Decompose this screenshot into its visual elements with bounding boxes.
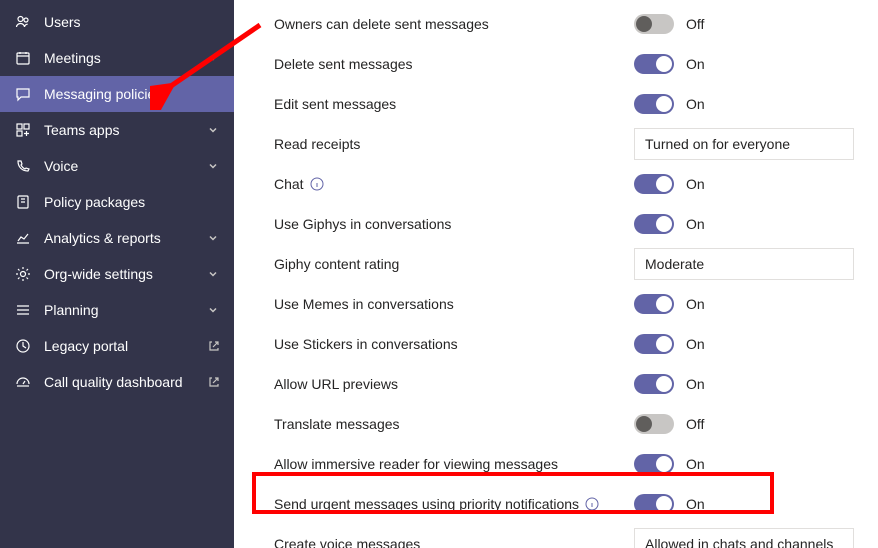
setting-label: Chat	[274, 176, 304, 192]
toggle-state: On	[686, 56, 705, 72]
info-icon[interactable]	[585, 497, 599, 511]
toggle-stickers[interactable]	[634, 334, 674, 354]
toggle-immersive-reader[interactable]	[634, 454, 674, 474]
sidebar-item-label: Analytics & reports	[44, 230, 206, 246]
setting-label: Read receipts	[274, 136, 360, 152]
sidebar-item-legacy-portal[interactable]: Legacy portal	[0, 328, 234, 364]
setting-read-receipts: Read receipts Turned on for everyone	[254, 124, 878, 164]
select-read-receipts[interactable]: Turned on for everyone	[634, 128, 854, 160]
sidebar-item-label: Org-wide settings	[44, 266, 206, 282]
sidebar-item-analytics[interactable]: Analytics & reports	[0, 220, 234, 256]
sidebar-item-label: Legacy portal	[44, 338, 202, 354]
toggle-owners-delete[interactable]	[634, 14, 674, 34]
sidebar-item-label: Voice	[44, 158, 206, 174]
setting-label: Create voice messages	[274, 536, 420, 548]
sidebar: Users Meetings Messaging policies	[0, 0, 234, 548]
toggle-state: On	[686, 176, 705, 192]
chevron-down-icon	[206, 125, 220, 135]
gear-icon	[14, 266, 32, 282]
apps-icon	[14, 122, 32, 138]
toggle-state: Off	[686, 416, 704, 432]
sidebar-item-call-quality[interactable]: Call quality dashboard	[0, 364, 234, 400]
toggle-url-previews[interactable]	[634, 374, 674, 394]
sidebar-item-label: Messaging policies	[44, 86, 220, 102]
setting-edit-sent: Edit sent messages On	[254, 84, 878, 124]
select-giphy-rating[interactable]: Moderate	[634, 248, 854, 280]
chevron-down-icon	[206, 269, 220, 279]
toggle-giphys[interactable]	[634, 214, 674, 234]
sidebar-item-policy-packages[interactable]: Policy packages	[0, 184, 234, 220]
toggle-chat[interactable]	[634, 174, 674, 194]
sidebar-item-voice[interactable]: Voice	[0, 148, 234, 184]
sidebar-item-label: Planning	[44, 302, 206, 318]
sidebar-item-meetings[interactable]: Meetings	[0, 40, 234, 76]
sidebar-item-org-wide[interactable]: Org-wide settings	[0, 256, 234, 292]
setting-immersive-reader: Allow immersive reader for viewing messa…	[254, 444, 878, 484]
setting-label: Allow URL previews	[274, 376, 398, 392]
chat-icon	[14, 86, 32, 102]
toggle-state: On	[686, 96, 705, 112]
sidebar-item-label: Teams apps	[44, 122, 206, 138]
setting-delete-sent: Delete sent messages On	[254, 44, 878, 84]
setting-urgent-priority: Send urgent messages using priority noti…	[254, 484, 878, 524]
setting-label: Edit sent messages	[274, 96, 396, 112]
package-icon	[14, 194, 32, 210]
setting-label: Giphy content rating	[274, 256, 399, 272]
settings-panel: Owners can delete sent messages Off Dele…	[234, 0, 878, 548]
select-voice-messages[interactable]: Allowed in chats and channels	[634, 528, 854, 548]
chevron-down-icon	[206, 161, 220, 171]
setting-giphy-rating: Giphy content rating Moderate	[254, 244, 878, 284]
setting-label: Delete sent messages	[274, 56, 413, 72]
setting-memes: Use Memes in conversations On	[254, 284, 878, 324]
toggle-state: On	[686, 376, 705, 392]
toggle-translate[interactable]	[634, 414, 674, 434]
analytics-icon	[14, 230, 32, 246]
setting-url-previews: Allow URL previews On	[254, 364, 878, 404]
calendar-icon	[14, 50, 32, 66]
legacy-icon	[14, 338, 32, 354]
toggle-memes[interactable]	[634, 294, 674, 314]
external-link-icon	[208, 376, 220, 388]
sidebar-item-label: Users	[44, 14, 220, 30]
setting-giphys: Use Giphys in conversations On	[254, 204, 878, 244]
toggle-state: Off	[686, 16, 704, 32]
setting-voice-messages: Create voice messages Allowed in chats a…	[254, 524, 878, 548]
setting-translate: Translate messages Off	[254, 404, 878, 444]
setting-label: Translate messages	[274, 416, 400, 432]
sidebar-item-messaging-policies[interactable]: Messaging policies	[0, 76, 234, 112]
toggle-state: On	[686, 456, 705, 472]
sidebar-item-planning[interactable]: Planning	[0, 292, 234, 328]
setting-label: Use Stickers in conversations	[274, 336, 458, 352]
setting-owners-delete: Owners can delete sent messages Off	[254, 4, 878, 44]
phone-icon	[14, 158, 32, 174]
sidebar-item-label: Meetings	[44, 50, 206, 66]
toggle-state: On	[686, 336, 705, 352]
sidebar-item-label: Policy packages	[44, 194, 220, 210]
setting-label: Use Memes in conversations	[274, 296, 454, 312]
setting-label: Send urgent messages using priority noti…	[274, 496, 579, 512]
external-link-icon	[208, 340, 220, 352]
toggle-state: On	[686, 296, 705, 312]
setting-chat: Chat On	[254, 164, 878, 204]
toggle-delete-sent[interactable]	[634, 54, 674, 74]
setting-label: Use Giphys in conversations	[274, 216, 451, 232]
toggle-edit-sent[interactable]	[634, 94, 674, 114]
planning-icon	[14, 302, 32, 318]
sidebar-item-users[interactable]: Users	[0, 4, 234, 40]
dashboard-icon	[14, 374, 32, 390]
toggle-state: On	[686, 496, 705, 512]
sidebar-item-teams-apps[interactable]: Teams apps	[0, 112, 234, 148]
chevron-down-icon	[206, 53, 220, 63]
chevron-down-icon	[206, 305, 220, 315]
toggle-urgent-priority[interactable]	[634, 494, 674, 514]
users-icon	[14, 14, 32, 30]
sidebar-item-label: Call quality dashboard	[44, 374, 202, 390]
toggle-state: On	[686, 216, 705, 232]
setting-label: Allow immersive reader for viewing messa…	[274, 456, 558, 472]
chevron-down-icon	[206, 233, 220, 243]
info-icon[interactable]	[310, 177, 324, 191]
setting-stickers: Use Stickers in conversations On	[254, 324, 878, 364]
setting-label: Owners can delete sent messages	[274, 16, 489, 32]
